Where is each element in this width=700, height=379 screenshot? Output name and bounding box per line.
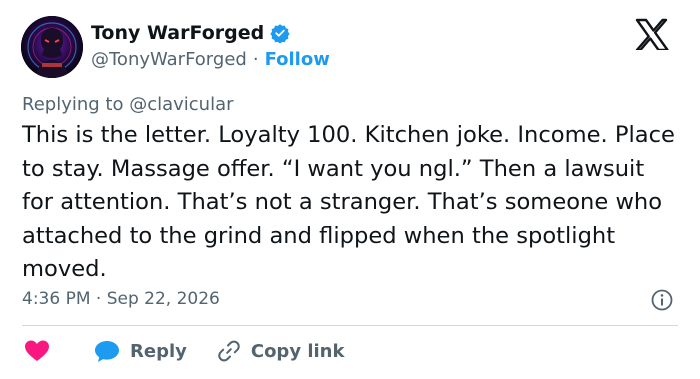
- copy-link-button[interactable]: Copy link: [217, 339, 345, 363]
- display-name[interactable]: Tony WarForged: [91, 22, 264, 44]
- author-name-row: Tony WarForged: [91, 22, 290, 44]
- avatar[interactable]: [21, 16, 83, 78]
- copy-link-label: Copy link: [250, 340, 345, 362]
- handle-row: @TonyWarForged · Follow: [91, 49, 330, 70]
- handle[interactable]: @TonyWarForged: [91, 49, 247, 70]
- info-icon[interactable]: [650, 288, 674, 312]
- reply-bubble-icon: [95, 341, 119, 362]
- reply-button[interactable]: Reply: [94, 339, 187, 363]
- action-bar: Reply Copy link: [24, 339, 344, 363]
- replying-to-label: Replying to @clavicular: [22, 94, 234, 115]
- verified-badge-icon: [270, 23, 290, 44]
- tweet-embed-card: Tony WarForged @TonyWarForged · Follow R…: [0, 0, 700, 379]
- tweet-timestamp[interactable]: 4:36 PM · Sep 22, 2026: [22, 289, 220, 309]
- heart-icon: [25, 340, 49, 361]
- follow-button[interactable]: Follow: [265, 49, 330, 70]
- x-logo-icon[interactable]: [634, 18, 670, 52]
- tweet-text: This is the letter. Loyalty 100. Kitchen…: [22, 122, 675, 282]
- divider: [22, 325, 678, 326]
- reply-label: Reply: [130, 340, 187, 362]
- link-icon: [218, 340, 240, 362]
- separator: ·: [252, 49, 259, 70]
- like-button[interactable]: [24, 339, 50, 363]
